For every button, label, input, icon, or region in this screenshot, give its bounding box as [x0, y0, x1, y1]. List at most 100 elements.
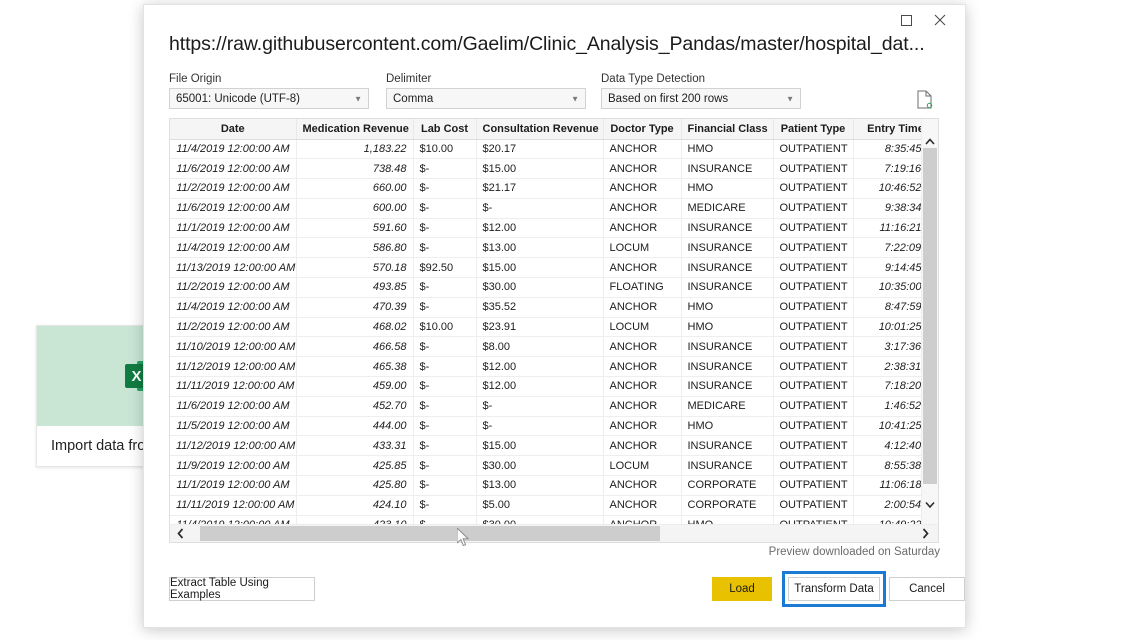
- column-header-medication-revenue[interactable]: Medication Revenue: [296, 119, 414, 140]
- cell-financial-class: MEDICARE: [681, 396, 774, 417]
- table-row[interactable]: 11/11/2019 12:00:00 AM 459.00 $- $12.00 ANCH…: [170, 376, 938, 397]
- cell-patient-type: OUTPATIENT: [773, 178, 854, 199]
- table-row[interactable]: 11/12/2019 12:00:00 AM 433.31 $- $15.00 ANCH…: [170, 435, 938, 457]
- cell-patient-type: OUTPATIENT: [773, 336, 854, 358]
- cell-consultation-revenue: $30.00: [476, 455, 604, 477]
- cell-consultation-revenue: $-: [476, 416, 604, 437]
- column-header-financial-class[interactable]: Financial Class: [681, 119, 774, 140]
- file-origin-select[interactable]: 65001: Unicode (UTF-8) ▼: [169, 88, 369, 109]
- column-header-patient-type[interactable]: Patient Type: [773, 119, 854, 140]
- table-row[interactable]: 11/4/2019 12:00:00 AM 1,183.22 $10.00 $20.1…: [170, 139, 938, 160]
- table-row[interactable]: 11/6/2019 12:00:00 AM 452.70 $- $- ANCHOR MED…: [170, 396, 938, 417]
- cell-financial-class: CORPORATE: [681, 495, 774, 516]
- cell-doctor-type: ANCHOR: [603, 416, 682, 437]
- cell-financial-class: HMO: [681, 297, 774, 318]
- cell-doctor-type: ANCHOR: [603, 158, 682, 180]
- table-row[interactable]: 11/4/2019 12:00:00 AM 470.39 $- $35.52 ANCHO…: [170, 297, 938, 318]
- cell-date: 11/9/2019 12:00:00 AM: [170, 455, 297, 477]
- cell-consultation-revenue: $15.00: [476, 435, 604, 457]
- chevron-down-icon: ▼: [786, 94, 794, 103]
- table-row[interactable]: 11/5/2019 12:00:00 AM 444.00 $- $- ANCHOR HMO…: [170, 416, 938, 437]
- table-row[interactable]: 11/6/2019 12:00:00 AM 600.00 $- $- ANCHOR MED…: [170, 198, 938, 219]
- cell-patient-type: OUTPATIENT: [773, 356, 854, 378]
- cell-financial-class: INSURANCE: [681, 356, 774, 378]
- vertical-scrollbar[interactable]: [921, 119, 938, 525]
- cell-medication-revenue: 433.31: [296, 435, 414, 457]
- delimiter-value: Comma: [393, 92, 434, 105]
- cell-financial-class: MEDICARE: [681, 198, 774, 219]
- cell-consultation-revenue: $21.17: [476, 178, 604, 199]
- table-row[interactable]: 11/4/2019 12:00:00 AM 586.80 $- $13.00 LOCUM…: [170, 237, 938, 259]
- cell-date: 11/6/2019 12:00:00 AM: [170, 198, 297, 219]
- horizontal-scrollbar[interactable]: [170, 524, 938, 542]
- table-row[interactable]: 11/2/2019 12:00:00 AM 468.02 $10.00 $23.91 L…: [170, 317, 938, 338]
- data-type-detection-value: Based on first 200 rows: [608, 92, 729, 105]
- delimiter-select[interactable]: Comma ▼: [386, 88, 586, 109]
- column-header-doctor-type[interactable]: Doctor Type: [603, 119, 682, 140]
- cell-financial-class: INSURANCE: [681, 158, 774, 180]
- table-row[interactable]: 11/2/2019 12:00:00 AM 493.85 $- $30.00 FLOAT…: [170, 277, 938, 298]
- cell-lab-cost: $-: [413, 237, 477, 259]
- data-type-detection-group: Data Type Detection Based on first 200 r…: [601, 73, 801, 109]
- vertical-scroll-thumb[interactable]: [923, 148, 937, 484]
- chevron-down-icon: ▼: [571, 94, 579, 103]
- maximize-icon[interactable]: [889, 7, 923, 33]
- cell-patient-type: OUTPATIENT: [773, 376, 854, 397]
- table-row[interactable]: 11/9/2019 12:00:00 AM 425.85 $- $30.00 LOCUM…: [170, 455, 938, 477]
- table-row[interactable]: 11/2/2019 12:00:00 AM 660.00 $- $21.17 ANCHO…: [170, 178, 938, 199]
- cell-doctor-type: ANCHOR: [603, 336, 682, 358]
- column-header-date[interactable]: Date: [170, 119, 297, 140]
- extract-table-using-examples-button[interactable]: Extract Table Using Examples: [169, 577, 315, 601]
- cell-medication-revenue: 425.80: [296, 475, 414, 496]
- cell-date: 11/12/2019 12:00:00 AM: [170, 435, 297, 457]
- cell-date: 11/11/2019 12:00:00 AM: [170, 376, 297, 397]
- table-row[interactable]: 11/13/2019 12:00:00 AM 570.18 $92.50 $15.00…: [170, 257, 938, 279]
- chevron-down-icon[interactable]: [922, 496, 938, 513]
- cell-medication-revenue: 493.85: [296, 277, 414, 298]
- chevron-right-icon[interactable]: [917, 525, 934, 542]
- data-type-detection-select[interactable]: Based on first 200 rows ▼: [601, 88, 801, 109]
- cell-consultation-revenue: $20.17: [476, 139, 604, 160]
- cell-doctor-type: ANCHOR: [603, 356, 682, 378]
- cell-medication-revenue: 465.38: [296, 356, 414, 378]
- data-preview: Date Medication Revenue Lab Cost Consultati…: [169, 118, 939, 543]
- file-origin-label: File Origin: [169, 73, 222, 85]
- cell-lab-cost: $-: [413, 376, 477, 397]
- table-row[interactable]: 11/1/2019 12:00:00 AM 591.60 $- $12.00 ANCHO…: [170, 218, 938, 239]
- cell-financial-class: INSURANCE: [681, 237, 774, 259]
- cancel-button[interactable]: Cancel: [889, 577, 965, 601]
- table-row[interactable]: 11/1/2019 12:00:00 AM 425.80 $- $13.00 ANCHO…: [170, 475, 938, 496]
- cell-date: 11/1/2019 12:00:00 AM: [170, 475, 297, 496]
- cell-consultation-revenue: $13.00: [476, 237, 604, 259]
- cell-medication-revenue: 586.80: [296, 237, 414, 259]
- cell-medication-revenue: 570.18: [296, 257, 414, 279]
- cell-medication-revenue: 424.10: [296, 495, 414, 516]
- chevron-left-icon[interactable]: [172, 525, 189, 542]
- table-row[interactable]: 11/12/2019 12:00:00 AM 465.38 $- $12.00 ANCH…: [170, 356, 938, 378]
- data-type-detection-label: Data Type Detection: [601, 73, 705, 85]
- horizontal-scroll-thumb[interactable]: [200, 526, 660, 541]
- cell-consultation-revenue: $-: [476, 198, 604, 219]
- cell-date: 11/13/2019 12:00:00 AM: [170, 257, 297, 279]
- transform-data-button[interactable]: Transform Data: [788, 577, 880, 601]
- table-row[interactable]: 11/11/2019 12:00:00 AM 424.10 $- $5.00 ANCHO…: [170, 495, 938, 516]
- table-row[interactable]: 11/10/2019 12:00:00 AM 466.58 $- $8.00 ANCHO…: [170, 336, 938, 358]
- file-origin-group: File Origin 65001: Unicode (UTF-8) ▼: [169, 73, 369, 109]
- cell-lab-cost: $-: [413, 158, 477, 180]
- cell-date: 11/4/2019 12:00:00 AM: [170, 297, 297, 318]
- table-row[interactable]: 11/6/2019 12:00:00 AM 738.48 $- $15.00 ANCHO…: [170, 158, 938, 180]
- cell-patient-type: OUTPATIENT: [773, 218, 854, 239]
- options-row: File Origin 65001: Unicode (UTF-8) ▼ Del…: [169, 73, 954, 113]
- file-document-icon[interactable]: [917, 90, 933, 109]
- delimiter-group: Delimiter Comma ▼: [386, 73, 586, 109]
- load-button[interactable]: Load: [712, 577, 772, 601]
- cell-lab-cost: $-: [413, 198, 477, 219]
- close-icon[interactable]: [923, 7, 957, 33]
- column-header-consultation-revenue[interactable]: Consultation Revenue: [476, 119, 604, 140]
- cell-lab-cost: $-: [413, 495, 477, 516]
- cell-patient-type: OUTPATIENT: [773, 317, 854, 338]
- column-header-lab-cost[interactable]: Lab Cost: [413, 119, 477, 140]
- navigator-dialog: https://raw.githubusercontent.com/Gaelim…: [143, 4, 966, 628]
- cell-doctor-type: ANCHOR: [603, 178, 682, 199]
- cell-lab-cost: $-: [413, 455, 477, 477]
